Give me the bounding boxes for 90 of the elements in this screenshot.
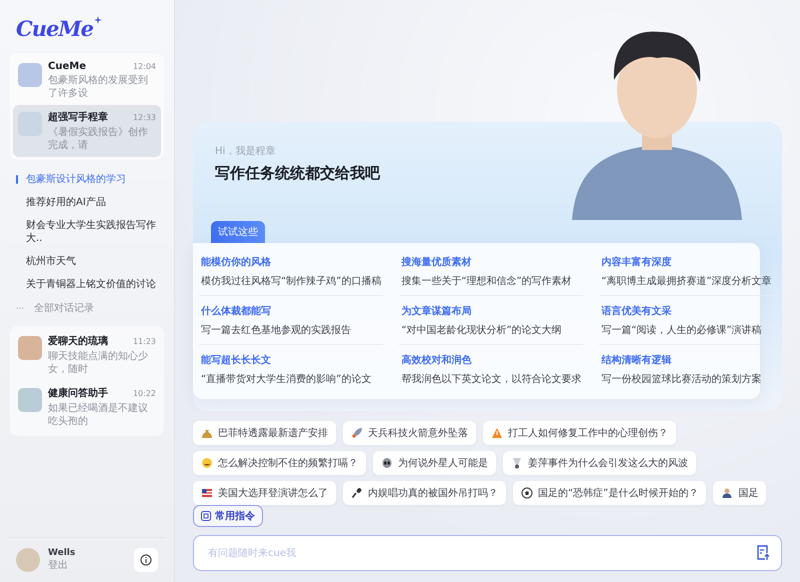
person-icon [721, 487, 734, 499]
microphone-icon [351, 487, 363, 499]
command-icon [201, 511, 211, 521]
money-bag-icon [201, 427, 213, 439]
history-title: 关于青铜器上铭文价值的讨论 [26, 278, 156, 291]
suggestion-title: 内容丰富有深度 [601, 255, 672, 269]
suggestion-item[interactable]: 语言优美有文采 写一篇“阅读，人生的必修课”演讲稿 [599, 296, 774, 345]
message-time: 12:33 [132, 112, 156, 122]
agent-item[interactable]: CueMe 12:04 包豪斯风格的发展受到了许多设 [13, 56, 161, 105]
suggestion-prompt: “离职博主成最拥挤赛道”深度分析文章 [601, 274, 772, 288]
history-title: 杭州市天气 [26, 255, 76, 268]
suggestion-prompt: “直播带货对大学生消费的影响”的论文 [201, 372, 372, 386]
suggestion-prompt: 写一篇“阅读，人生的必修课”演讲稿 [601, 324, 763, 337]
shuttlecock-icon [511, 457, 523, 469]
question-chip[interactable]: 姜萍事件为什么会引发这么大的风波 [503, 451, 696, 475]
headline: 写作任务统统都交给我吧 [215, 164, 382, 183]
suggestion-title: 高效校对和润色 [401, 353, 472, 367]
suggestion-prompt: 写一篇去红色基地参观的实践报告 [201, 324, 352, 337]
agent-item[interactable]: 健康问答助手 10:22 如果已经喝酒是不建议吃头孢的 [13, 381, 161, 433]
message-time: 10:22 [132, 388, 156, 398]
question-chip[interactable]: 美国大选拜登演讲怎么了 [193, 481, 336, 505]
suggestion-item[interactable]: 什么体裁都能写 写一篇去红色基地参观的实践报告 [199, 296, 384, 345]
laughing-face-icon [201, 457, 213, 469]
soccer-ball-icon [521, 487, 533, 499]
history-title: 包豪斯设计风格的学习 [26, 173, 126, 186]
warning-icon [491, 427, 503, 439]
message-preview: 聊天技能点满的知心少女，随时 [48, 350, 149, 376]
agent-name: CueMe [48, 61, 86, 72]
section-tag: 试试这些 [211, 221, 265, 243]
suggestion-item[interactable]: 为文章谋篇布局 “对中国老龄化现状分析”的论文大纲 [399, 296, 584, 345]
agent-item[interactable]: 超强写手程章 12:33 《暑假实践报告》创作完成，请 [13, 105, 161, 157]
history-item[interactable]: 关于青铜器上铭文价值的讨论 [8, 273, 166, 296]
suggestion-item[interactable]: 内容丰富有深度 “离职博主成最拥挤赛道”深度分析文章 [599, 247, 774, 296]
rocket-icon [351, 427, 363, 439]
common-commands-button[interactable]: 常用指令 [193, 505, 263, 527]
sparkle-icon [94, 16, 102, 24]
suggestion-item[interactable]: 能模仿你的风格 模仿我过往风格写“制作辣子鸡”的口播稿 [199, 247, 384, 296]
question-chip[interactable]: 怎么解决控制不住的频繁打嗝？ [193, 451, 366, 475]
suggestion-title: 能模仿你的风格 [201, 256, 272, 269]
question-chip[interactable]: 天兵科技火箭意外坠落 [343, 421, 476, 445]
suggestion-title: 搜海量优质素材 [401, 256, 472, 269]
history-item[interactable]: 杭州市天气 [8, 250, 166, 273]
history-item[interactable]: 财会专业大学生实践报告写作大.. [8, 214, 166, 250]
app-logo: CueMe [16, 16, 93, 41]
message-input[interactable]: 有问题随时来cue我 [193, 535, 782, 571]
suggestion-title: 结构清晰有逻辑 [601, 354, 672, 367]
suggestion-item[interactable]: 高效校对和润色 帮我润色以下英文论文，以符合论文要求 [399, 345, 584, 393]
history-title: 财会专业大学生实践报告写作大.. [26, 219, 157, 245]
info-button[interactable] [134, 548, 158, 572]
suggestion-item[interactable]: 结构清晰有逻辑 写一份校园篮球比赛活动的策划方案 [599, 345, 774, 393]
suggestion-prompt: 模仿我过往风格写“制作辣子鸡”的口播稿 [201, 274, 382, 288]
question-chip[interactable]: 国足的“恐韩症”是什么时候开始的？ [513, 481, 706, 505]
message-preview: 如果已经喝酒是不建议吃头孢的 [48, 402, 149, 428]
suggestion-prompt: 写一份校园篮球比赛活动的策划方案 [601, 372, 762, 386]
more-icon: ··· [16, 304, 26, 312]
suggestion-prompt: 搜集一些关于“理想和信念”的写作素材 [401, 274, 573, 288]
agent-avatar [18, 336, 42, 360]
agent-item[interactable]: 爱聊天的琉璃 11:23 聊天技能点满的知心少女，随时 [13, 329, 161, 381]
suggestion-item[interactable]: 搜海量优质素材 搜集一些关于“理想和信念”的写作素材 [399, 247, 584, 296]
question-chip[interactable]: 巴菲特透露最新遗产安排 [193, 421, 336, 445]
question-chip[interactable]: 为何说外星人可能是 [373, 451, 496, 475]
agent-avatar [18, 388, 42, 412]
question-chip[interactable]: 打工人如何修复工作中的心理创伤？ [483, 421, 676, 445]
suggestion-title: 为文章谋篇布局 [401, 304, 472, 318]
agent-name: 爱聊天的琉璃 [48, 334, 108, 348]
alien-icon [381, 457, 393, 469]
message-preview: 《暑假实践报告》创作完成，请 [48, 126, 149, 152]
suggestion-title: 什么体裁都能写 [201, 304, 272, 318]
flag-icon [201, 487, 213, 499]
suggestion-prompt: “对中国老龄化现状分析”的论文大纲 [401, 324, 563, 337]
question-chip[interactable]: 国足 [713, 481, 766, 505]
message-time: 11:23 [132, 336, 156, 346]
greeting: Hi，我是程章 [215, 144, 276, 158]
agent-name: 超强写手程章 [48, 110, 108, 124]
info-icon [140, 554, 152, 566]
agent-avatar [18, 63, 42, 87]
user-name: Wells [48, 548, 76, 558]
history-title: 推荐好用的AI产品 [26, 196, 106, 209]
suggestion-title: 能写超长长长文 [201, 354, 272, 367]
question-chip[interactable]: 内娱唱功真的被国外吊打吗？ [343, 481, 506, 505]
message-preview: 包豪斯风格的发展受到了许多设 [48, 74, 149, 100]
suggestion-item[interactable]: 能写超长长长文 “直播带货对大学生消费的影响”的论文 [199, 345, 384, 393]
message-time: 12:04 [132, 62, 156, 71]
user-avatar [16, 548, 40, 572]
history-item[interactable]: 包豪斯设计风格的学习 [8, 168, 166, 191]
suggestion-prompt: 帮我润色以下英文论文，以符合论文要求 [401, 372, 582, 386]
history-item[interactable]: 推荐好用的AI产品 [8, 191, 166, 214]
document-upload-icon [756, 545, 770, 561]
agent-name: 健康问答助手 [48, 386, 108, 400]
suggestion-title: 语言优美有文采 [601, 304, 672, 318]
